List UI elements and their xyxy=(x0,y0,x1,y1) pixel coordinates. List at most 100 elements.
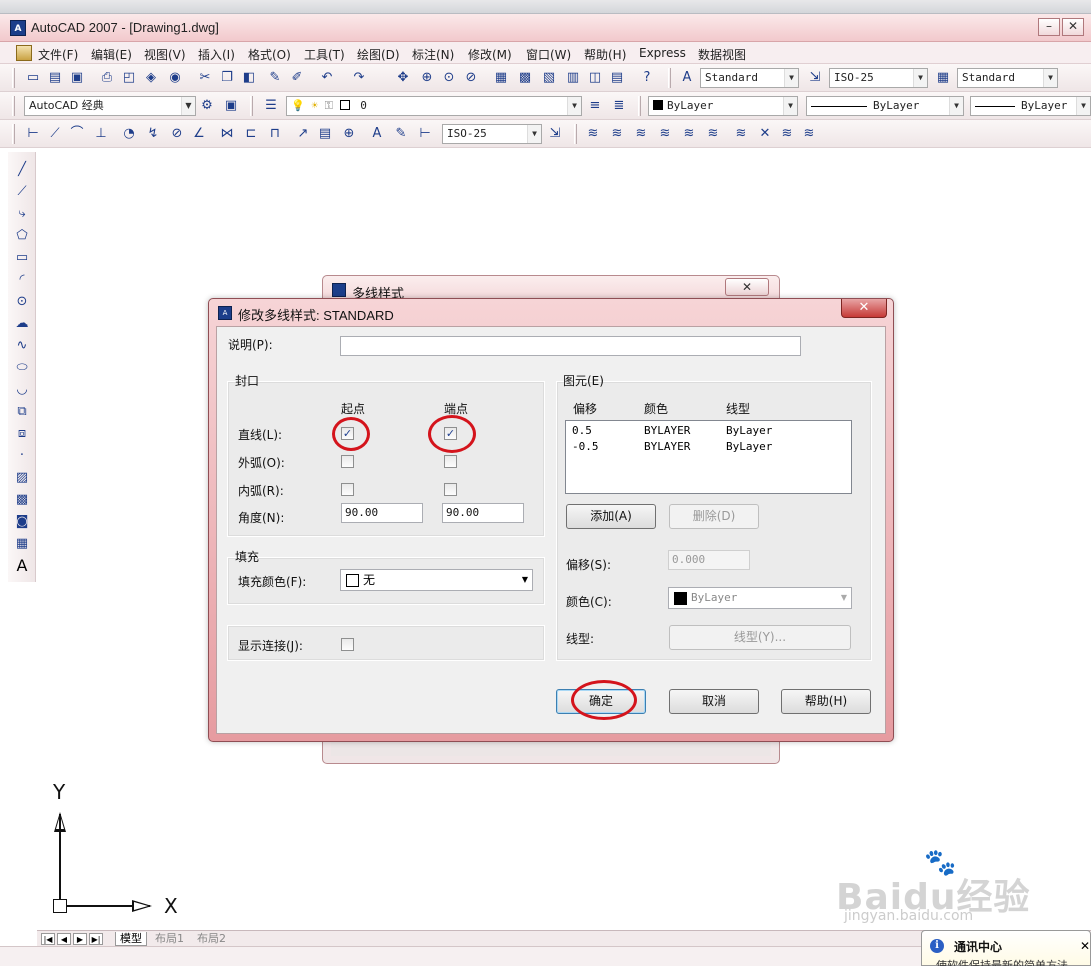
sheet-set-icon[interactable]: ▥ xyxy=(564,69,582,87)
zoom-window-icon[interactable]: ⊙ xyxy=(440,69,458,87)
cancel-button[interactable]: 取消 xyxy=(669,689,759,714)
element-color-select[interactable]: ByLayer ▼ xyxy=(668,587,852,609)
modify-icon-5[interactable]: ≋ xyxy=(680,125,698,143)
tab-prev-icon[interactable]: ◀ xyxy=(57,933,71,945)
workspace-select[interactable]: AutoCAD 经典 ▼ xyxy=(24,96,196,116)
paste-icon[interactable]: ◧ xyxy=(240,69,258,87)
element-linetype-button[interactable]: 线型(Y)... xyxy=(669,625,851,650)
menu-view[interactable]: 视图(V) xyxy=(144,46,186,63)
color-select[interactable]: ByLayer ▼ xyxy=(648,96,798,116)
toolbar-grip[interactable] xyxy=(12,68,15,88)
markup-icon[interactable]: ◫ xyxy=(586,69,604,87)
circle-icon[interactable]: ⊙ xyxy=(12,292,32,312)
list-item[interactable]: 0.5 BYLAYER ByLayer xyxy=(566,423,851,439)
modify-icon-4[interactable]: ≋ xyxy=(656,125,674,143)
delete-element-button[interactable]: 删除(D) xyxy=(669,504,759,529)
dim-style-manager-icon[interactable]: ⇲ xyxy=(546,125,564,143)
cap-inner-arc-end-checkbox[interactable] xyxy=(444,483,457,496)
fill-color-select[interactable]: 无 ▼ xyxy=(340,569,533,591)
toolbar-grip[interactable] xyxy=(12,124,15,144)
modify-icon-6[interactable]: ≋ xyxy=(704,125,722,143)
element-offset-input[interactable]: 0.000 xyxy=(668,550,750,570)
toolbar-grip[interactable] xyxy=(12,96,15,116)
undo-icon[interactable]: ↶ xyxy=(318,69,336,87)
lineweight-select[interactable]: ByLayer ▼ xyxy=(970,96,1091,116)
center-mark-icon[interactable]: ⊕ xyxy=(340,125,358,143)
spline-icon[interactable]: ∿ xyxy=(12,336,32,356)
cap-outer-arc-end-checkbox[interactable] xyxy=(444,455,457,468)
insert-block-icon[interactable]: ⧉ xyxy=(12,402,32,422)
angular-dim-icon[interactable]: ∠ xyxy=(190,125,208,143)
minimize-button[interactable]: – xyxy=(1038,18,1060,36)
diameter-dim-icon[interactable]: ⊘ xyxy=(168,125,186,143)
menu-file[interactable]: 文件(F) xyxy=(38,46,78,63)
table-icon[interactable]: ▦ xyxy=(12,534,32,554)
publish-icon[interactable]: ◈ xyxy=(142,69,160,87)
menu-format[interactable]: 格式(O) xyxy=(248,46,291,63)
linear-dim-icon[interactable]: ⊢ xyxy=(24,125,42,143)
3d-dwf-icon[interactable]: ◉ xyxy=(166,69,184,87)
dim-text-edit-icon[interactable]: ✎ xyxy=(392,125,410,143)
pan-icon[interactable]: ✥ xyxy=(394,69,412,87)
workspace-save-icon[interactable]: ▣ xyxy=(222,97,240,115)
table-style-select[interactable]: Standard ▼ xyxy=(957,68,1058,88)
point-icon[interactable]: · xyxy=(12,446,32,466)
modify-icon-7[interactable]: ≋ xyxy=(732,125,750,143)
zoom-realtime-icon[interactable]: ⊕ xyxy=(418,69,436,87)
tab-layout1[interactable]: 布局1 xyxy=(151,932,188,946)
hatch-icon[interactable]: ▨ xyxy=(12,468,32,488)
arc-length-icon[interactable]: ⌒ xyxy=(68,125,86,143)
menu-edit[interactable]: 编辑(E) xyxy=(91,46,132,63)
menu-tools[interactable]: 工具(T) xyxy=(304,46,345,63)
tab-layout2[interactable]: 布局2 xyxy=(193,932,230,946)
properties-icon[interactable]: ▦ xyxy=(492,69,510,87)
workspace-settings-icon[interactable]: ⚙ xyxy=(198,97,216,115)
tool-palettes-icon[interactable]: ▧ xyxy=(540,69,558,87)
rectangle-icon[interactable]: ▭ xyxy=(12,248,32,268)
linetype-select[interactable]: ByLayer ▼ xyxy=(806,96,964,116)
dim-edit-icon[interactable]: A xyxy=(368,125,386,143)
baseline-dim-icon[interactable]: ⊏ xyxy=(242,125,260,143)
add-element-button[interactable]: 添加(A) xyxy=(566,504,656,529)
menu-window[interactable]: 窗口(W) xyxy=(526,46,571,63)
zoom-previous-icon[interactable]: ⊘ xyxy=(462,69,480,87)
polyline-icon[interactable]: ⤷ xyxy=(12,204,32,224)
cap-angle-start-input[interactable]: 90.00 xyxy=(341,503,423,523)
new-icon[interactable]: ▭ xyxy=(24,69,42,87)
layer-previous-icon[interactable]: ≣ xyxy=(610,97,628,115)
modify-icon-3[interactable]: ≋ xyxy=(632,125,650,143)
layer-select[interactable]: 💡 ☀ ⚿ 0 ▼ xyxy=(286,96,582,116)
dim-style-select-2[interactable]: ISO-25 ▼ xyxy=(442,124,542,144)
show-joints-checkbox[interactable] xyxy=(341,638,354,651)
toolbar-grip[interactable] xyxy=(574,124,577,144)
toolbar-grip[interactable] xyxy=(250,96,253,116)
ellipse-icon[interactable]: ⬭ xyxy=(12,358,32,378)
copy-icon[interactable]: ❐ xyxy=(218,69,236,87)
print-icon[interactable]: ⎙ xyxy=(98,69,116,87)
continue-dim-icon[interactable]: ⊓ xyxy=(266,125,284,143)
modify-icon-2[interactable]: ≋ xyxy=(608,125,626,143)
modify-icon-10[interactable]: ≋ xyxy=(800,125,818,143)
elements-list[interactable]: 0.5 BYLAYER ByLayer -0.5 BYLAYER ByLayer xyxy=(565,420,852,494)
menu-draw[interactable]: 绘图(D) xyxy=(357,46,400,63)
make-block-icon[interactable]: ⧈ xyxy=(12,424,32,444)
multiline-text-icon[interactable]: A xyxy=(12,556,32,576)
modify-icon-9[interactable]: ≋ xyxy=(778,125,796,143)
modify-icon-1[interactable]: ≋ xyxy=(584,125,602,143)
line-icon[interactable]: ╱ xyxy=(12,160,32,180)
layer-current-icon[interactable]: ≡ xyxy=(586,97,604,115)
text-style-select[interactable]: Standard ▼ xyxy=(700,68,799,88)
cap-angle-end-input[interactable]: 90.00 xyxy=(442,503,524,523)
cut-icon[interactable]: ✂ xyxy=(196,69,214,87)
tab-model[interactable]: 模型 xyxy=(115,932,147,946)
design-center-icon[interactable]: ▩ xyxy=(516,69,534,87)
quick-dim-icon[interactable]: ⋈ xyxy=(218,125,236,143)
ellipse-arc-icon[interactable]: ◡ xyxy=(12,380,32,400)
back-dialog-close-button[interactable]: ✕ xyxy=(725,278,769,296)
description-input[interactable] xyxy=(340,336,801,356)
toolbar-grip[interactable] xyxy=(638,96,641,116)
menu-data-view[interactable]: 数据视图 xyxy=(698,46,746,63)
close-button[interactable]: ✕ xyxy=(1062,18,1084,36)
match-properties-icon[interactable]: ✎ xyxy=(266,69,284,87)
dim-update-icon[interactable]: ⊢ xyxy=(416,125,434,143)
